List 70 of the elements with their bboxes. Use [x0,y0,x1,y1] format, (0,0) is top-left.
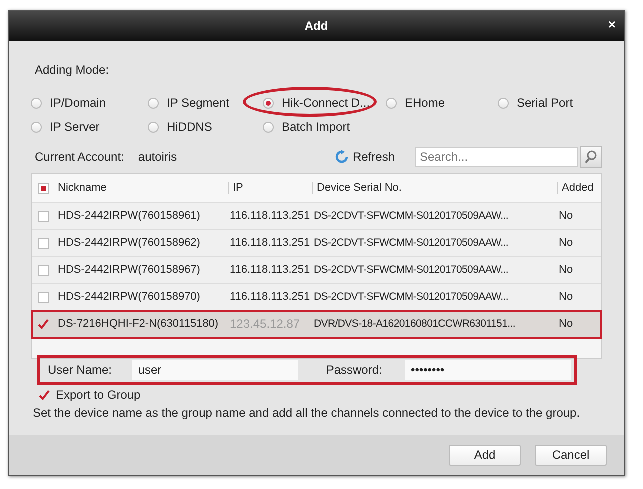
search-icon [584,150,598,164]
table-cell-text: HDS-2442IRPW(760158967) [57,264,202,276]
window-title: Add [304,19,328,33]
password-field[interactable]: •••••••• [405,360,571,380]
radio-label: Hik-Connect D... [282,96,370,110]
radio-label: HiDDNS [167,120,212,134]
radio-label: Batch Import [282,120,350,134]
search-button[interactable] [580,146,602,168]
table-cell-text: No [558,264,574,276]
username-field[interactable]: user [132,360,298,380]
table-row[interactable]: HDS-2442IRPW(760158967) 116.118.113.251 DS-2CDVT-SFWCMM-S0120170509AAW... No [32,257,601,284]
table-cell-text: DVR/DVS-18-A1620160801CCWR6301151... [313,318,516,330]
account-name: autoiris [138,150,178,164]
export-checkbox[interactable] [39,390,50,400]
field-label: Password: [326,363,384,377]
table-cell-text: HDS-2442IRPW(760158962) [57,237,202,249]
table-cell-text: DS-2CDVT-SFWCMM-S0120170509AAW... [313,237,510,249]
table-cell-text: DS-7216HQHI-F2-N(630115180) [57,318,220,330]
dialog-button[interactable]: Cancel [535,444,607,466]
table-row[interactable]: HDS-2442IRPW(760158962) 116.118.113.251 DS-2CDVT-SFWCMM-S0120170509AAW... No [32,230,601,257]
select-all-checkbox[interactable] [38,182,49,194]
table-cell-text: 116.118.113.251 [229,237,312,249]
row-checkbox[interactable] [38,238,49,248]
table-cell-text: No [558,291,574,303]
close-button[interactable]: × [608,17,616,32]
section-label: Adding Mode: [35,63,110,79]
row-checkbox[interactable] [38,264,49,276]
table-cell-text: HDS-2442IRPW(760158970) [57,291,202,303]
refresh-icon [334,150,349,164]
table-cell-text: No [558,318,574,330]
table-cell-text: DS-2CDVT-SFWCMM-S0120170509AAW... [313,210,510,222]
radio-button[interactable] [263,122,274,132]
table-cell-text: HDS-2442IRPW(760158961) [57,210,202,222]
radio-button[interactable] [498,98,509,108]
radio-label: IP/Domain [50,96,106,110]
field-label: Current Account: [35,150,124,164]
table-cell-text: No [558,210,574,222]
search-field[interactable]: Search... [415,147,578,167]
radio-label: EHome [405,96,446,110]
column-header[interactable]: Added [557,182,601,194]
table-cell-text: DS-2CDVT-SFWCMM-S0120170509AAW... [313,264,510,276]
column-header[interactable]: Device Serial No. [312,182,557,194]
radio-button[interactable] [386,98,397,108]
column-header[interactable]: IP [228,182,312,194]
refresh-button[interactable]: Refresh [334,150,395,164]
table-cell-text: 116.118.113.251 [229,291,312,303]
table-cell-text: DS-2CDVT-SFWCMM-S0120170509AAW... [313,291,510,303]
field-label: User Name: [47,363,114,377]
radio-button[interactable] [148,98,159,108]
table-cell-text: 116.118.113.251 [229,210,312,222]
radio-button[interactable] [148,122,159,132]
row-checkbox[interactable] [38,210,49,222]
column-header[interactable]: Nickname [56,182,228,194]
radio-button[interactable] [31,98,42,108]
dialog-button[interactable]: Add [449,444,521,466]
help-text: Set the device name as the group name and add all the channels connected to the device to the group. [33,406,582,420]
radio-button[interactable] [31,122,42,132]
radio-label: IP Server [50,120,100,134]
radio-label: IP Segment [167,96,230,110]
table-cell-text: 123.45.12.87 [229,317,302,331]
radio-label: Serial Port [517,96,574,110]
table-row[interactable]: DS-7216HQHI-F2-N(630115180) 123.45.12.87 DVR/DVS-18-A1620160801CCWR6301151... No [32,311,601,338]
table-row[interactable]: HDS-2442IRPW(760158961) 116.118.113.251 DS-2CDVT-SFWCMM-S0120170509AAW... No [32,203,601,230]
table-cell-text: No [558,237,574,249]
table-cell-text: 116.118.113.251 [229,264,312,276]
checkbox-label: Export to Group [56,388,141,402]
row-checkbox[interactable] [38,292,49,302]
table-row[interactable]: HDS-2442IRPW(760158970) 116.118.113.251 DS-2CDVT-SFWCMM-S0120170509AAW... No [32,284,601,311]
row-checkbox[interactable] [38,318,49,330]
radio-button[interactable] [263,98,274,108]
